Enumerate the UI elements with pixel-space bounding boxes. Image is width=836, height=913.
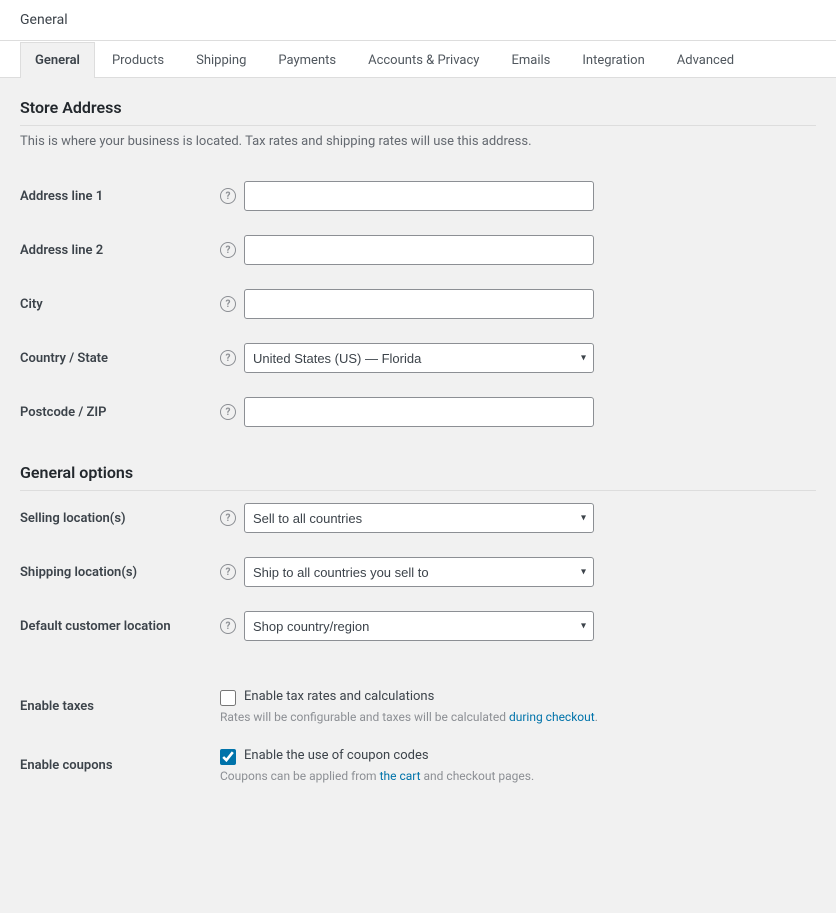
- select-wrapper-default_customer_location: Shop country/region▾: [244, 611, 594, 641]
- main-content: Store Address This is where your busines…: [0, 78, 836, 839]
- field-row-address2: Address line 2?: [20, 223, 816, 277]
- select-wrapper-selling_locations: Sell to all countries▾: [244, 503, 594, 533]
- label-enable_taxes: Enable taxes: [20, 699, 94, 714]
- label-enable_coupons: Enable coupons: [20, 758, 113, 773]
- field-row-selling_locations: Selling location(s)? Sell to all countrie…: [20, 491, 816, 545]
- store-address-section: Store Address This is where your busines…: [20, 98, 816, 439]
- tab-accounts-privacy[interactable]: Accounts & Privacy: [353, 42, 494, 78]
- field-row-enable_coupons: Enable coupons Enable the use of coupon c…: [20, 736, 816, 795]
- select-default_customer_location[interactable]: Shop country/region: [244, 611, 594, 641]
- checkbox-label-enable_taxes: Enable tax rates and calculations: [244, 689, 434, 704]
- tab-general[interactable]: General: [20, 42, 95, 78]
- label-city: City: [20, 297, 43, 312]
- select-wrapper-country_state: United States (US) — Florida▾: [244, 343, 594, 373]
- general-options-section: General options Selling location(s)?Sell…: [20, 463, 816, 795]
- tab-products[interactable]: Products: [97, 42, 179, 78]
- tab-payments[interactable]: Payments: [263, 42, 351, 78]
- help-icon-shipping_locations[interactable]: ?: [220, 564, 236, 580]
- label-default_customer_location: Default customer location: [20, 619, 171, 634]
- tab-advanced[interactable]: Advanced: [662, 42, 749, 78]
- field-row-city: City?: [20, 277, 816, 331]
- select-shipping_locations[interactable]: Ship to all countries you sell to: [244, 557, 594, 587]
- input-address2[interactable]: [244, 235, 594, 265]
- help-icon-selling_locations[interactable]: ?: [220, 510, 236, 526]
- select-selling_locations[interactable]: Sell to all countries: [244, 503, 594, 533]
- help-icon-default_customer_location[interactable]: ?: [220, 618, 236, 634]
- tab-emails[interactable]: Emails: [496, 42, 565, 78]
- select-country_state[interactable]: United States (US) — Florida: [244, 343, 594, 373]
- field-row-enable_taxes: Enable taxes Enable tax rates and calcula…: [20, 677, 816, 736]
- store-address-title: Store Address: [20, 98, 816, 126]
- field-row-address1: Address line 1?: [20, 169, 816, 223]
- tab-shipping[interactable]: Shipping: [181, 42, 261, 78]
- label-country_state: Country / State: [20, 351, 108, 366]
- field-row-shipping_locations: Shipping location(s)? Ship to all countri…: [20, 545, 816, 599]
- field-row-postcode: Postcode / ZIP?: [20, 385, 816, 439]
- checkbox-label-enable_coupons: Enable the use of coupon codes: [244, 748, 429, 763]
- label-postcode: Postcode / ZIP: [20, 405, 106, 420]
- field-row-country_state: Country / State? United States (US) — Flo…: [20, 331, 816, 385]
- help-icon-country_state[interactable]: ?: [220, 350, 236, 366]
- help-icon-postcode[interactable]: ?: [220, 404, 236, 420]
- tabs-nav: GeneralProductsShippingPaymentsAccounts …: [0, 41, 836, 78]
- general-options-form-table: Selling location(s)? Sell to all countrie…: [20, 491, 816, 653]
- checkbox-enable_taxes[interactable]: [220, 690, 236, 706]
- tab-integration[interactable]: Integration: [567, 42, 659, 78]
- label-address2: Address line 2: [20, 243, 103, 258]
- label-address1: Address line 1: [20, 189, 103, 204]
- page-header: General: [0, 0, 836, 41]
- checkbox-desc-enable_coupons: Coupons can be applied from the cart and…: [220, 769, 816, 783]
- checkout-link[interactable]: during checkout: [509, 710, 595, 724]
- general-options-title: General options: [20, 463, 816, 491]
- input-city[interactable]: [244, 289, 594, 319]
- store-address-desc: This is where your business is located. …: [20, 134, 816, 149]
- checkbox-enable_coupons[interactable]: [220, 749, 236, 765]
- label-selling_locations: Selling location(s): [20, 511, 126, 526]
- page-title: General: [20, 12, 68, 28]
- input-postcode[interactable]: [244, 397, 594, 427]
- checkboxes-table: Enable taxes Enable tax rates and calcula…: [20, 677, 816, 795]
- label-shipping_locations: Shipping location(s): [20, 565, 137, 580]
- address-form-table: Address line 1?Address line 2?City?Count…: [20, 169, 816, 439]
- checkbox-desc-enable_taxes: Rates will be configurable and taxes wil…: [220, 710, 816, 724]
- help-icon-address2[interactable]: ?: [220, 242, 236, 258]
- help-icon-city[interactable]: ?: [220, 296, 236, 312]
- help-icon-address1[interactable]: ?: [220, 188, 236, 204]
- field-row-default_customer_location: Default customer location? Shop country/r…: [20, 599, 816, 653]
- cart-link[interactable]: the cart: [380, 769, 421, 783]
- select-wrapper-shipping_locations: Ship to all countries you sell to▾: [244, 557, 594, 587]
- input-address1[interactable]: [244, 181, 594, 211]
